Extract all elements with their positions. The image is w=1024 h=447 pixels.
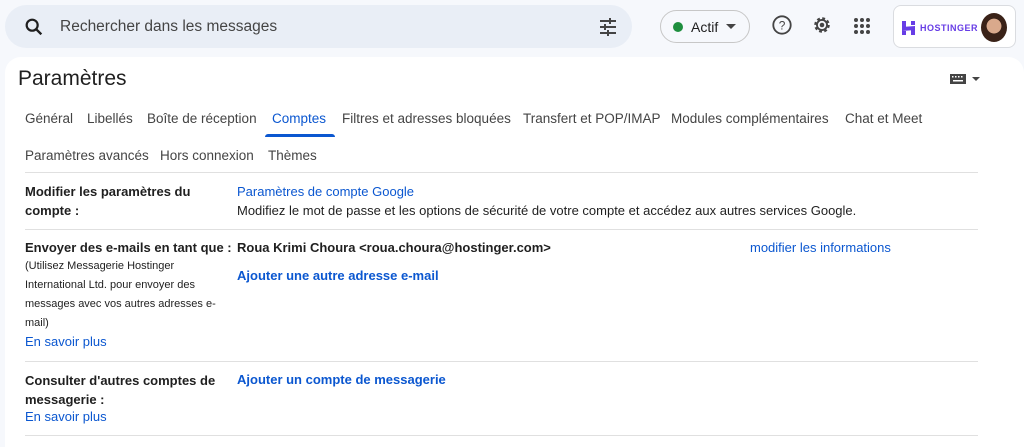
- tab-forwarding[interactable]: Transfert et POP/IMAP: [523, 111, 661, 126]
- send-as-label: Envoyer des e-mails en tant que :: [25, 240, 232, 255]
- tab-labels[interactable]: Libellés: [87, 111, 133, 126]
- tab-addons[interactable]: Modules complémentaires: [671, 111, 829, 126]
- input-tools-button[interactable]: [950, 74, 980, 84]
- divider: [25, 361, 978, 362]
- send-as-identity: Roua Krimi Choura <roua.choura@hostinger…: [237, 240, 551, 255]
- status-button[interactable]: Actif: [660, 10, 750, 43]
- learn-more-link[interactable]: En savoir plus: [25, 334, 107, 349]
- search-icon[interactable]: [23, 16, 45, 38]
- search-bar[interactable]: Rechercher dans les messages: [5, 5, 632, 48]
- divider: [25, 435, 978, 436]
- change-settings-label: Modifier les paramètres du compte :: [25, 184, 191, 218]
- keyboard-icon: [950, 74, 966, 84]
- hostinger-logo: HOSTINGER: [902, 21, 978, 35]
- tab-general[interactable]: Général: [25, 111, 73, 126]
- edit-info-link[interactable]: modifier les informations: [750, 240, 891, 255]
- status-dot: [673, 21, 683, 32]
- gear-icon[interactable]: [811, 14, 833, 36]
- search-options-icon[interactable]: [598, 17, 618, 37]
- chevron-down-icon: [726, 24, 737, 29]
- page-title: Paramètres: [18, 67, 127, 90]
- add-email-link[interactable]: Ajouter une autre adresse e-mail: [237, 268, 439, 283]
- tab-inbox[interactable]: Boîte de réception: [147, 111, 257, 126]
- divider: [25, 172, 978, 173]
- tab-offline[interactable]: Hors connexion: [160, 148, 254, 163]
- tab-chat-meet[interactable]: Chat et Meet: [845, 111, 922, 126]
- divider: [25, 229, 978, 230]
- brand-name: HOSTINGER: [920, 23, 979, 33]
- apps-icon[interactable]: [853, 17, 871, 35]
- add-mail-account-link[interactable]: Ajouter un compte de messagerie: [237, 372, 446, 387]
- settings-panel: Paramètres Général Libellés Boîte de réc…: [5, 57, 1024, 447]
- search-input[interactable]: Rechercher dans les messages: [60, 18, 277, 36]
- svg-text:?: ?: [779, 19, 786, 33]
- chevron-down-icon: [972, 77, 980, 81]
- status-label: Actif: [691, 18, 719, 35]
- learn-more-link[interactable]: En savoir plus: [25, 409, 107, 424]
- avatar[interactable]: [981, 13, 1007, 42]
- tab-filters[interactable]: Filtres et adresses bloquées: [342, 111, 511, 126]
- help-icon[interactable]: ?: [771, 14, 793, 36]
- check-mail-label: Consulter d'autres comptes de messagerie…: [25, 373, 216, 407]
- tab-themes[interactable]: Thèmes: [268, 148, 317, 163]
- tab-accounts[interactable]: Comptes: [272, 111, 326, 126]
- send-as-note: (Utilisez Messagerie Hostinger Internati…: [25, 260, 216, 329]
- google-account-link[interactable]: Paramètres de compte Google: [237, 184, 414, 199]
- tab-advanced[interactable]: Paramètres avancés: [25, 148, 149, 163]
- account-button[interactable]: HOSTINGER: [893, 5, 1016, 48]
- active-tab-indicator: [265, 134, 335, 137]
- change-settings-desc: Modifiez le mot de passe et les options …: [237, 203, 857, 218]
